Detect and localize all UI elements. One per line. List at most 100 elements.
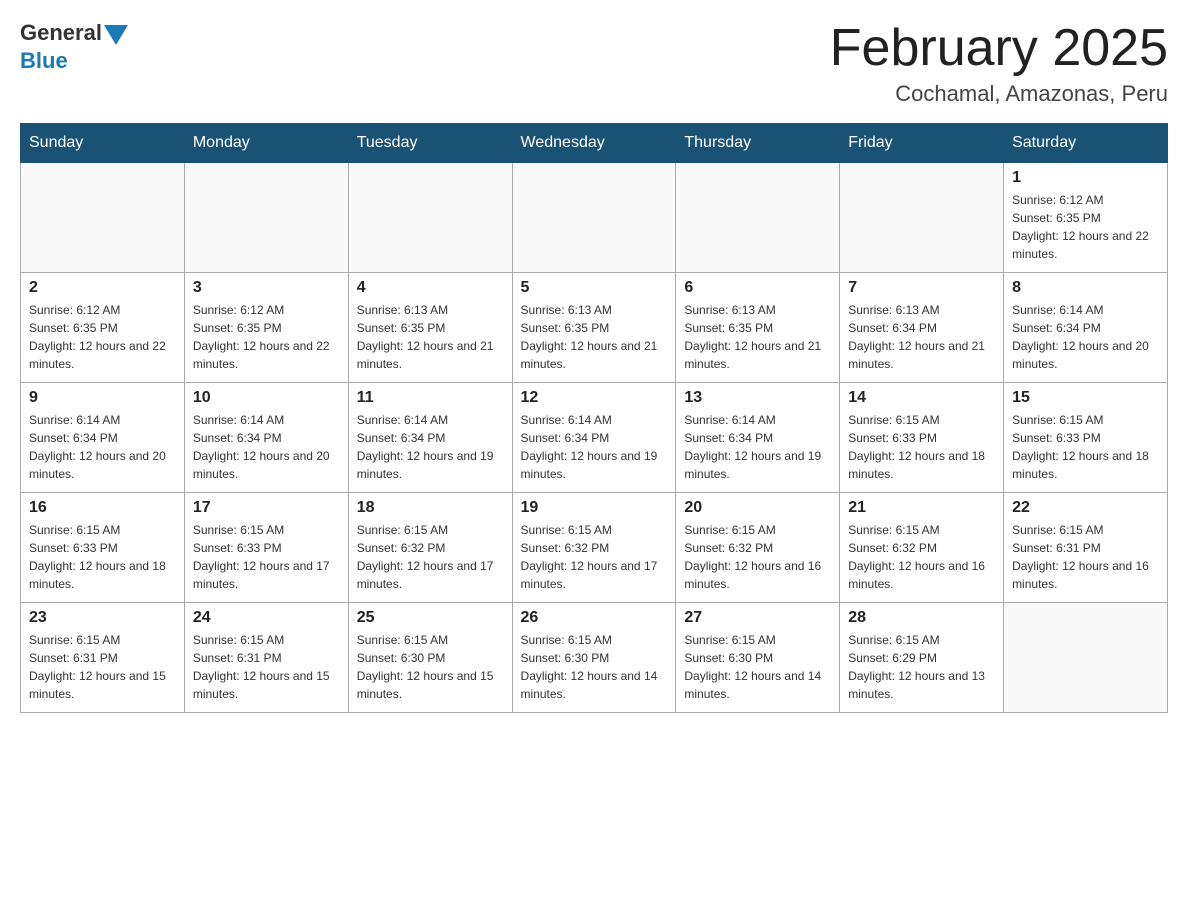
- day-info: Sunrise: 6:15 AMSunset: 6:32 PMDaylight:…: [848, 521, 995, 593]
- day-number: 19: [521, 499, 668, 517]
- calendar-cell: 3Sunrise: 6:12 AMSunset: 6:35 PMDaylight…: [184, 273, 348, 383]
- day-info: Sunrise: 6:12 AMSunset: 6:35 PMDaylight:…: [29, 301, 176, 373]
- calendar-cell: [348, 163, 512, 273]
- day-info: Sunrise: 6:14 AMSunset: 6:34 PMDaylight:…: [357, 411, 504, 483]
- calendar-cell: 21 Sunrise: 6:15 AMSunset: 6:32 PMDayligh…: [840, 493, 1004, 603]
- week-row-3: 9 Sunrise: 6:14 AMSunset: 6:34 PMDaylight…: [21, 383, 1168, 493]
- page-header: General Blue February 2025 Cochamal, Ama…: [20, 20, 1168, 107]
- day-info: Sunrise: 6:14 AMSunset: 6:34 PMDaylight:…: [521, 411, 668, 483]
- day-number: 27: [684, 609, 831, 627]
- day-number: 14: [848, 389, 995, 407]
- day-info: Sunrise: 6:15 AMSunset: 6:33 PMDaylight:…: [1012, 411, 1159, 483]
- calendar-cell: [184, 163, 348, 273]
- day-number: 10: [193, 389, 340, 407]
- day-number: 1: [1012, 169, 1159, 187]
- weekday-header-sunday: Sunday: [21, 124, 185, 163]
- day-info: Sunrise: 6:15 AMSunset: 6:32 PMDaylight:…: [357, 521, 504, 593]
- day-number: 3: [193, 279, 340, 297]
- day-info: Sunrise: 6:15 AMSunset: 6:33 PMDaylight:…: [848, 411, 995, 483]
- calendar-cell: 27Sunrise: 6:15 AMSunset: 6:30 PMDayligh…: [676, 603, 840, 713]
- calendar-cell: 18 Sunrise: 6:15 AMSunset: 6:32 PMDayligh…: [348, 493, 512, 603]
- day-number: 16: [29, 499, 176, 517]
- day-info: Sunrise: 6:15 AMSunset: 6:32 PMDaylight:…: [521, 521, 668, 593]
- calendar-cell: 26 Sunrise: 6:15 AMSunset: 6:30 PMDayligh…: [512, 603, 676, 713]
- day-number: 28: [848, 609, 995, 627]
- day-info: Sunrise: 6:14 AMSunset: 6:34 PMDaylight:…: [1012, 301, 1159, 373]
- day-number: 5: [521, 279, 668, 297]
- calendar-cell: 22 Sunrise: 6:15 AMSunset: 6:31 PMDayligh…: [1004, 493, 1168, 603]
- week-row-5: 23 Sunrise: 6:15 AMSunset: 6:31 PMDayligh…: [21, 603, 1168, 713]
- calendar-cell: 28 Sunrise: 6:15 AMSunset: 6:29 PMDayligh…: [840, 603, 1004, 713]
- day-number: 8: [1012, 279, 1159, 297]
- day-info: Sunrise: 6:13 AMSunset: 6:35 PMDaylight:…: [684, 301, 831, 373]
- calendar-cell: [1004, 603, 1168, 713]
- calendar-cell: [840, 163, 1004, 273]
- calendar-cell: [676, 163, 840, 273]
- calendar-cell: 17 Sunrise: 6:15 AMSunset: 6:33 PMDayligh…: [184, 493, 348, 603]
- weekday-header-thursday: Thursday: [676, 124, 840, 163]
- location-title: Cochamal, Amazonas, Peru: [830, 81, 1168, 107]
- day-number: 4: [357, 279, 504, 297]
- calendar-cell: [21, 163, 185, 273]
- calendar-cell: 7 Sunrise: 6:13 AMSunset: 6:34 PMDaylight…: [840, 273, 1004, 383]
- calendar-cell: 23 Sunrise: 6:15 AMSunset: 6:31 PMDayligh…: [21, 603, 185, 713]
- day-number: 23: [29, 609, 176, 627]
- calendar-cell: 5 Sunrise: 6:13 AMSunset: 6:35 PMDaylight…: [512, 273, 676, 383]
- logo-general-text: General: [20, 20, 102, 46]
- day-info: Sunrise: 6:15 AMSunset: 6:30 PMDaylight:…: [357, 631, 504, 703]
- day-number: 9: [29, 389, 176, 407]
- calendar-cell: [512, 163, 676, 273]
- day-number: 13: [684, 389, 831, 407]
- day-info: Sunrise: 6:14 AMSunset: 6:34 PMDaylight:…: [29, 411, 176, 483]
- calendar-table: SundayMondayTuesdayWednesdayThursdayFrid…: [20, 123, 1168, 713]
- logo: General Blue: [20, 20, 128, 74]
- day-number: 20: [684, 499, 831, 517]
- weekday-header-saturday: Saturday: [1004, 124, 1168, 163]
- calendar-cell: 8 Sunrise: 6:14 AMSunset: 6:34 PMDaylight…: [1004, 273, 1168, 383]
- day-info: Sunrise: 6:13 AMSunset: 6:35 PMDaylight:…: [521, 301, 668, 373]
- day-info: Sunrise: 6:13 AMSunset: 6:34 PMDaylight:…: [848, 301, 995, 373]
- day-number: 17: [193, 499, 340, 517]
- month-title: February 2025: [830, 20, 1168, 77]
- day-info: Sunrise: 6:15 AMSunset: 6:33 PMDaylight:…: [193, 521, 340, 593]
- calendar-cell: 4 Sunrise: 6:13 AMSunset: 6:35 PMDaylight…: [348, 273, 512, 383]
- day-info: Sunrise: 6:15 AMSunset: 6:29 PMDaylight:…: [848, 631, 995, 703]
- logo-arrow-icon: [104, 25, 128, 45]
- weekday-header-row: SundayMondayTuesdayWednesdayThursdayFrid…: [21, 124, 1168, 163]
- day-info: Sunrise: 6:15 AMSunset: 6:31 PMDaylight:…: [29, 631, 176, 703]
- calendar-cell: 1 Sunrise: 6:12 AMSunset: 6:35 PMDaylight…: [1004, 163, 1168, 273]
- day-info: Sunrise: 6:13 AMSunset: 6:35 PMDaylight:…: [357, 301, 504, 373]
- calendar-cell: 9 Sunrise: 6:14 AMSunset: 6:34 PMDaylight…: [21, 383, 185, 493]
- day-info: Sunrise: 6:15 AMSunset: 6:31 PMDaylight:…: [1012, 521, 1159, 593]
- calendar-cell: 13 Sunrise: 6:14 AMSunset: 6:34 PMDayligh…: [676, 383, 840, 493]
- day-number: 22: [1012, 499, 1159, 517]
- day-info: Sunrise: 6:14 AMSunset: 6:34 PMDaylight:…: [193, 411, 340, 483]
- weekday-header-monday: Monday: [184, 124, 348, 163]
- weekday-header-wednesday: Wednesday: [512, 124, 676, 163]
- day-number: 18: [357, 499, 504, 517]
- calendar-cell: 12 Sunrise: 6:14 AMSunset: 6:34 PMDayligh…: [512, 383, 676, 493]
- day-number: 11: [357, 389, 504, 407]
- calendar-cell: 2Sunrise: 6:12 AMSunset: 6:35 PMDaylight…: [21, 273, 185, 383]
- day-info: Sunrise: 6:14 AMSunset: 6:34 PMDaylight:…: [684, 411, 831, 483]
- week-row-1: 1 Sunrise: 6:12 AMSunset: 6:35 PMDaylight…: [21, 163, 1168, 273]
- calendar-cell: 15Sunrise: 6:15 AMSunset: 6:33 PMDayligh…: [1004, 383, 1168, 493]
- calendar-cell: 11 Sunrise: 6:14 AMSunset: 6:34 PMDayligh…: [348, 383, 512, 493]
- day-number: 25: [357, 609, 504, 627]
- day-info: Sunrise: 6:15 AMSunset: 6:33 PMDaylight:…: [29, 521, 176, 593]
- day-number: 12: [521, 389, 668, 407]
- calendar-cell: 25 Sunrise: 6:15 AMSunset: 6:30 PMDayligh…: [348, 603, 512, 713]
- day-info: Sunrise: 6:15 AMSunset: 6:30 PMDaylight:…: [521, 631, 668, 703]
- calendar-cell: 16 Sunrise: 6:15 AMSunset: 6:33 PMDayligh…: [21, 493, 185, 603]
- weekday-header-tuesday: Tuesday: [348, 124, 512, 163]
- day-number: 26: [521, 609, 668, 627]
- day-number: 7: [848, 279, 995, 297]
- day-number: 21: [848, 499, 995, 517]
- calendar-cell: 19 Sunrise: 6:15 AMSunset: 6:32 PMDayligh…: [512, 493, 676, 603]
- week-row-2: 2Sunrise: 6:12 AMSunset: 6:35 PMDaylight…: [21, 273, 1168, 383]
- day-info: Sunrise: 6:15 AMSunset: 6:32 PMDaylight:…: [684, 521, 831, 593]
- day-info: Sunrise: 6:12 AMSunset: 6:35 PMDaylight:…: [1012, 191, 1159, 263]
- calendar-cell: 6Sunrise: 6:13 AMSunset: 6:35 PMDaylight…: [676, 273, 840, 383]
- calendar-cell: 20 Sunrise: 6:15 AMSunset: 6:32 PMDayligh…: [676, 493, 840, 603]
- weekday-header-friday: Friday: [840, 124, 1004, 163]
